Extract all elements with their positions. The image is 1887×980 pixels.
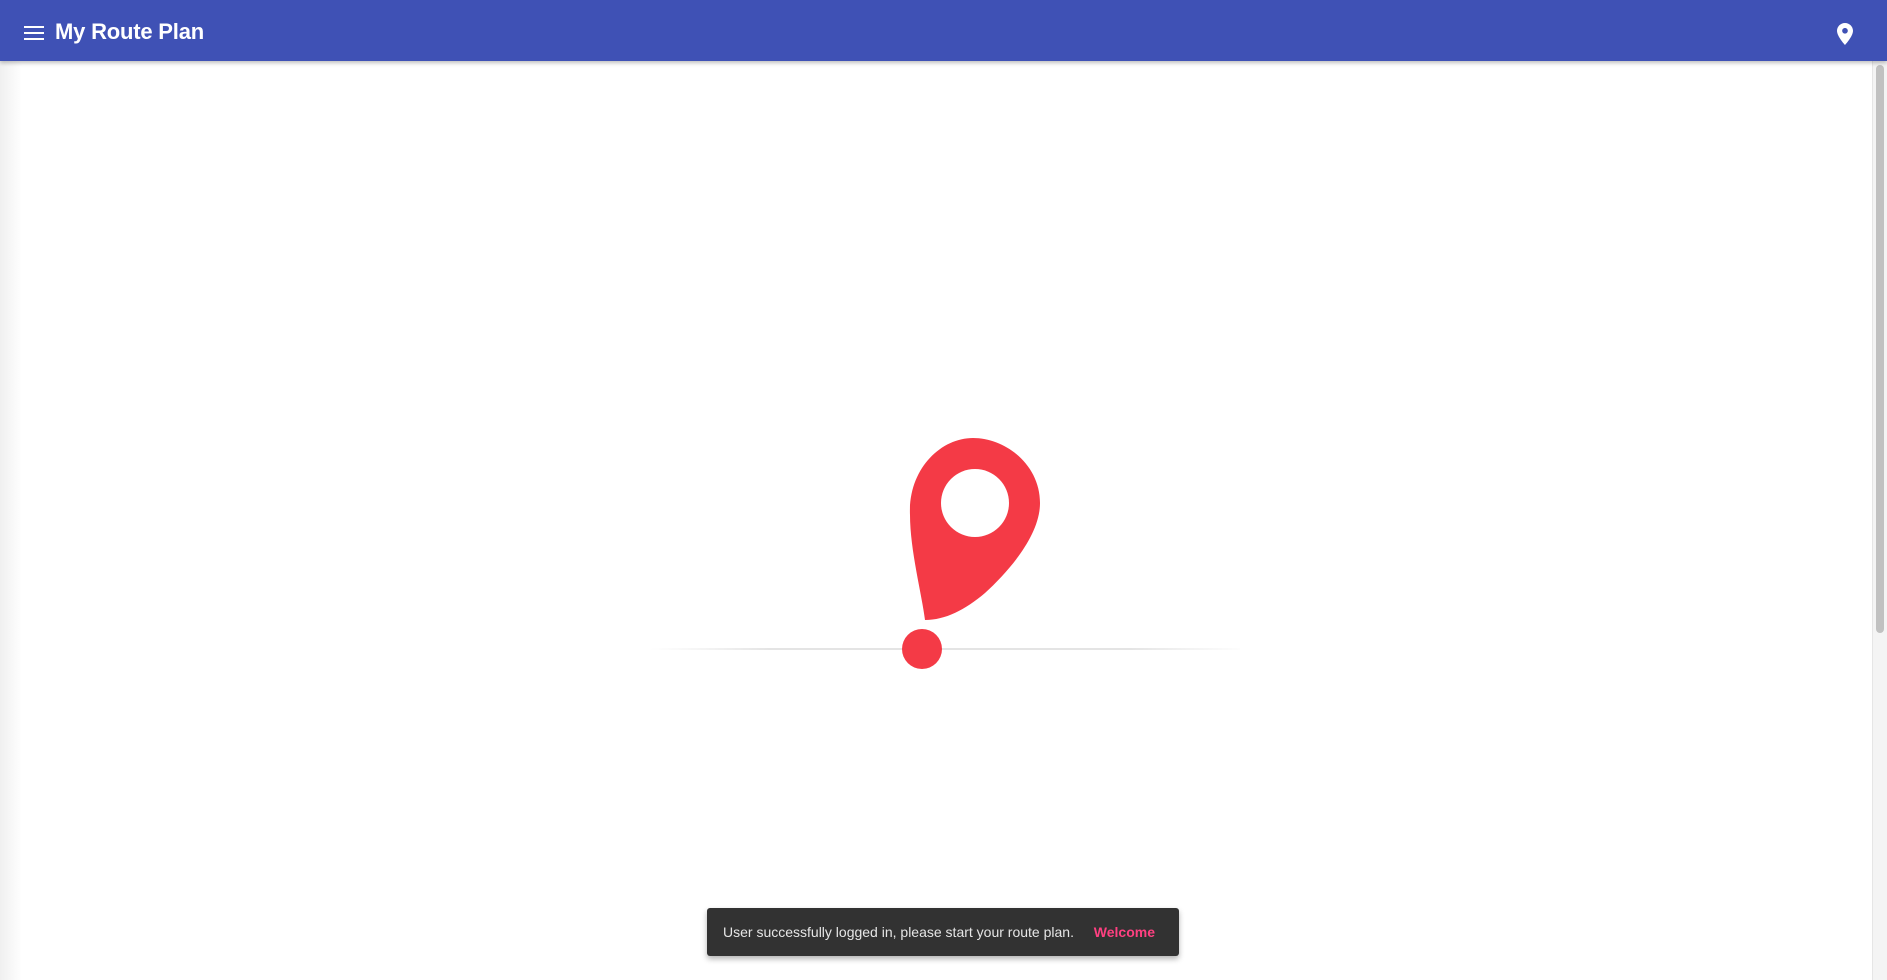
menu-button[interactable]	[20, 19, 48, 47]
menu-icon	[24, 26, 44, 40]
app-window: My Route Plan User successfully logged i…	[0, 0, 1887, 980]
vertical-scrollbar[interactable]	[1872, 61, 1887, 980]
snackbar: User successfully logged in, please star…	[707, 908, 1179, 956]
app-title: My Route Plan	[55, 19, 204, 44]
top-app-bar: My Route Plan	[0, 0, 1887, 61]
location-pin-icon	[1837, 23, 1853, 45]
location-pin-illustration	[650, 438, 1240, 669]
pin-hole	[941, 469, 1009, 537]
snackbar-message: User successfully logged in, please star…	[723, 924, 1074, 940]
route-plan-illustration	[640, 425, 1240, 675]
snackbar-welcome-action[interactable]: Welcome	[1094, 924, 1155, 940]
pin-dot	[902, 629, 942, 669]
scrollbar-thumb[interactable]	[1876, 65, 1884, 633]
route-line	[650, 648, 1240, 650]
location-button[interactable]	[1829, 18, 1861, 50]
